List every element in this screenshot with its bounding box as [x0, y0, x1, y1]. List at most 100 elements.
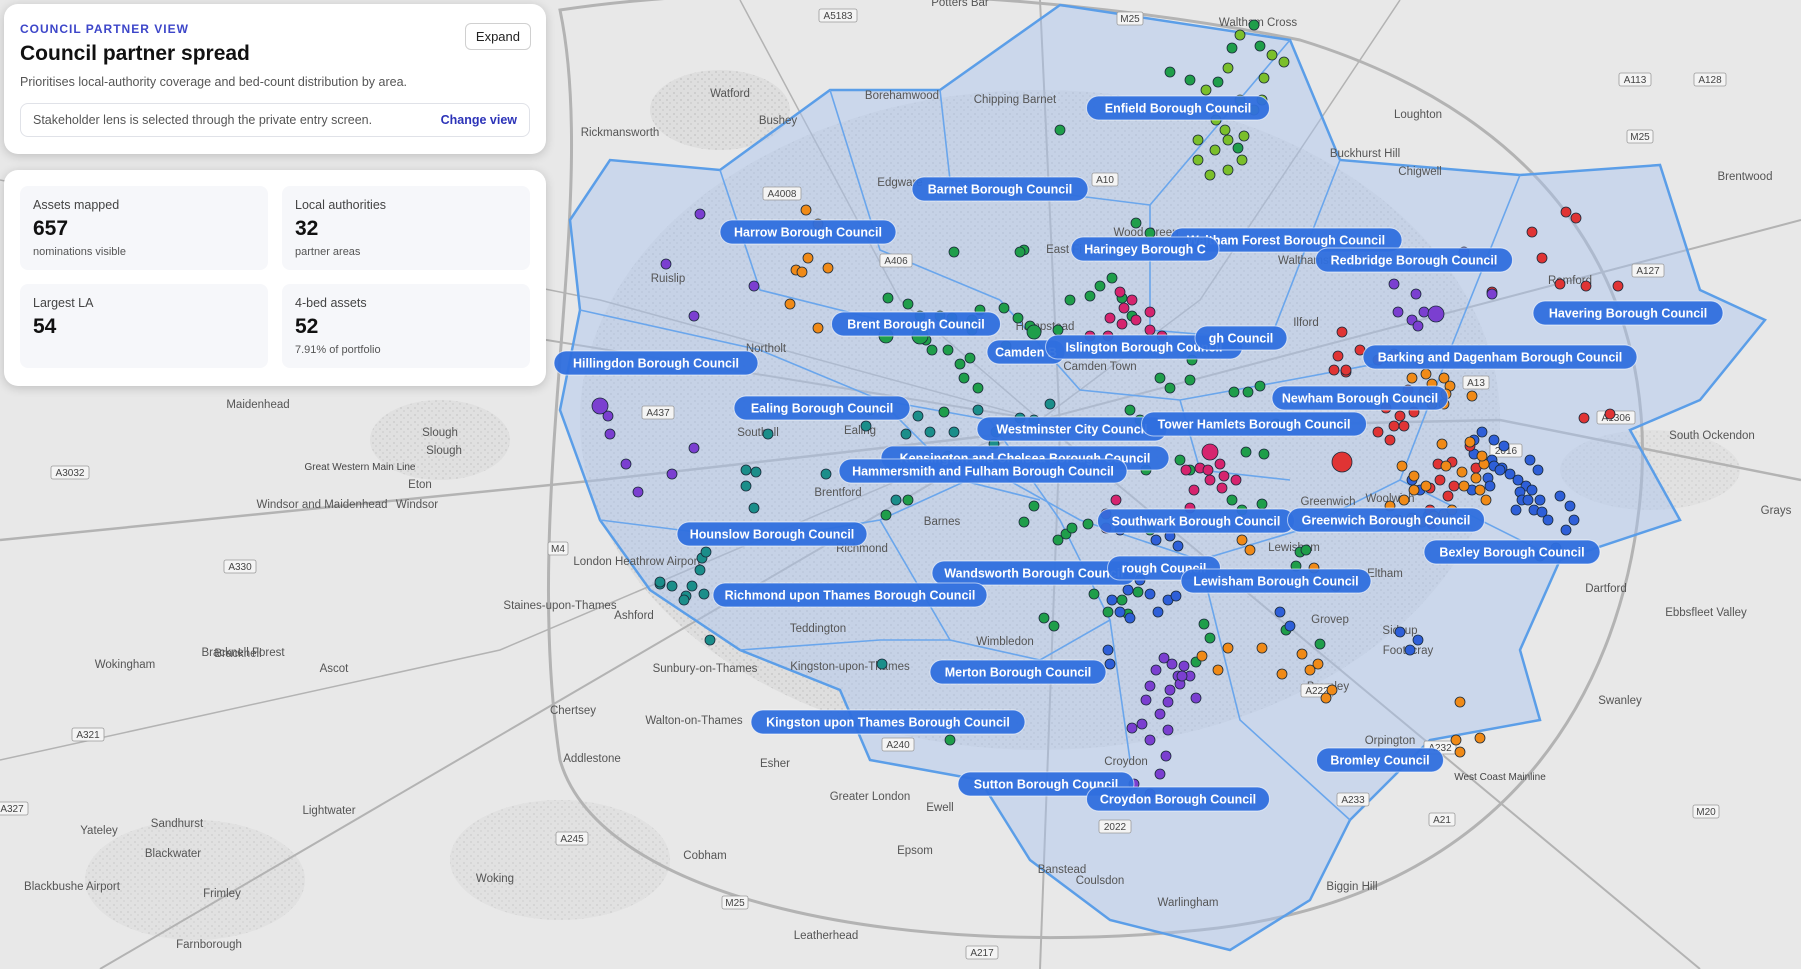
asset-marker[interactable] [1130, 314, 1142, 326]
asset-marker[interactable] [1200, 84, 1212, 96]
asset-marker[interactable] [1394, 410, 1406, 422]
asset-marker[interactable] [1230, 474, 1242, 486]
asset-marker[interactable] [1140, 694, 1152, 706]
council-pill[interactable]: Barnet Borough Council [911, 176, 1089, 202]
asset-marker[interactable] [1106, 272, 1118, 284]
asset-marker[interactable] [1384, 434, 1396, 446]
asset-marker[interactable] [1204, 474, 1216, 486]
asset-marker[interactable] [1248, 19, 1260, 31]
asset-marker[interactable] [1144, 588, 1156, 600]
asset-marker[interactable] [1166, 658, 1178, 670]
asset-marker[interactable] [1226, 42, 1238, 54]
asset-marker[interactable] [1526, 484, 1538, 496]
asset-marker-large[interactable] [1427, 305, 1445, 323]
asset-marker[interactable] [942, 344, 954, 356]
asset-marker[interactable] [1162, 724, 1174, 736]
asset-marker[interactable] [1254, 380, 1266, 392]
asset-marker[interactable] [954, 358, 966, 370]
asset-marker[interactable] [1192, 154, 1204, 166]
asset-marker[interactable] [1532, 464, 1544, 476]
asset-marker[interactable] [1150, 664, 1162, 676]
asset-marker[interactable] [784, 298, 796, 310]
asset-marker[interactable] [1256, 642, 1268, 654]
asset-marker[interactable] [1442, 490, 1454, 502]
asset-marker[interactable] [876, 658, 888, 670]
council-pill[interactable]: Wandsworth Borough Council [931, 560, 1137, 586]
council-pill[interactable]: Bromley Council [1316, 747, 1444, 773]
asset-marker[interactable] [1222, 134, 1234, 146]
asset-marker[interactable] [964, 352, 976, 364]
asset-marker[interactable] [1412, 320, 1424, 332]
asset-marker[interactable] [1612, 280, 1624, 292]
asset-marker[interactable] [1204, 632, 1216, 644]
asset-marker[interactable] [1332, 350, 1344, 362]
council-pill[interactable]: Kingston upon Thames Borough Council [750, 709, 1026, 735]
asset-marker[interactable] [800, 204, 812, 216]
asset-marker[interactable] [1410, 288, 1422, 300]
asset-marker[interactable] [1152, 606, 1164, 618]
asset-marker[interactable] [1124, 612, 1136, 624]
asset-marker[interactable] [812, 322, 824, 334]
asset-marker[interactable] [740, 480, 752, 492]
council-pill[interactable]: Newham Borough Council [1271, 385, 1449, 411]
asset-marker[interactable] [1126, 722, 1138, 734]
asset-marker[interactable] [1212, 664, 1224, 676]
council-pill[interactable]: Harrow Borough Council [719, 219, 897, 245]
council-pill[interactable]: Brent Borough Council [831, 311, 1001, 337]
asset-marker[interactable] [1188, 484, 1200, 496]
asset-marker[interactable] [1554, 278, 1566, 290]
asset-marker[interactable] [1232, 142, 1244, 154]
asset-marker[interactable] [1494, 464, 1506, 476]
asset-marker[interactable] [694, 564, 706, 576]
asset-marker[interactable] [1542, 514, 1554, 526]
asset-marker[interactable] [700, 546, 712, 558]
asset-marker[interactable] [938, 406, 950, 418]
asset-marker[interactable] [698, 588, 710, 600]
asset-marker[interactable] [902, 494, 914, 506]
asset-marker[interactable] [1212, 76, 1224, 88]
asset-marker[interactable] [1144, 734, 1156, 746]
asset-marker[interactable] [1170, 590, 1182, 602]
asset-marker[interactable] [1570, 212, 1582, 224]
asset-marker[interactable] [694, 208, 706, 220]
asset-marker[interactable] [1418, 306, 1430, 318]
asset-marker[interactable] [1054, 124, 1066, 136]
council-pill[interactable]: Richmond upon Thames Borough Council [712, 582, 988, 608]
asset-marker[interactable] [1066, 522, 1078, 534]
asset-marker[interactable] [1130, 217, 1142, 229]
asset-marker[interactable] [1420, 480, 1432, 492]
asset-marker[interactable] [958, 372, 970, 384]
asset-marker[interactable] [1392, 306, 1404, 318]
asset-marker[interactable] [1118, 302, 1130, 314]
asset-marker[interactable] [1094, 280, 1106, 292]
council-pill[interactable]: gh Council [1194, 325, 1288, 351]
asset-marker[interactable] [820, 468, 832, 480]
asset-marker[interactable] [1396, 460, 1408, 472]
asset-marker[interactable] [1222, 62, 1234, 74]
asset-marker[interactable] [1434, 474, 1446, 486]
asset-marker[interactable] [1440, 460, 1452, 472]
asset-marker-large[interactable] [1331, 451, 1353, 473]
asset-marker[interactable] [880, 509, 892, 521]
asset-marker[interactable] [1526, 226, 1538, 238]
council-pill[interactable]: Barking and Dagenham Borough Council [1362, 344, 1638, 370]
asset-marker[interactable] [1488, 434, 1500, 446]
asset-marker[interactable] [1088, 588, 1100, 600]
asset-marker[interactable] [666, 580, 678, 592]
asset-marker[interactable] [704, 634, 716, 646]
asset-marker[interactable] [1198, 618, 1210, 630]
asset-marker[interactable] [1476, 450, 1488, 462]
asset-marker[interactable] [1018, 516, 1030, 528]
asset-marker[interactable] [1564, 500, 1576, 512]
asset-marker[interactable] [1536, 252, 1548, 264]
asset-marker[interactable] [1406, 372, 1418, 384]
asset-marker[interactable] [1164, 66, 1176, 78]
asset-marker[interactable] [1044, 398, 1056, 410]
asset-marker[interactable] [1082, 518, 1094, 530]
asset-marker[interactable] [1222, 164, 1234, 176]
asset-marker-large[interactable] [591, 397, 609, 415]
asset-marker[interactable] [1436, 438, 1448, 450]
asset-marker[interactable] [748, 502, 760, 514]
asset-marker[interactable] [1336, 326, 1348, 338]
asset-marker[interactable] [678, 594, 690, 606]
